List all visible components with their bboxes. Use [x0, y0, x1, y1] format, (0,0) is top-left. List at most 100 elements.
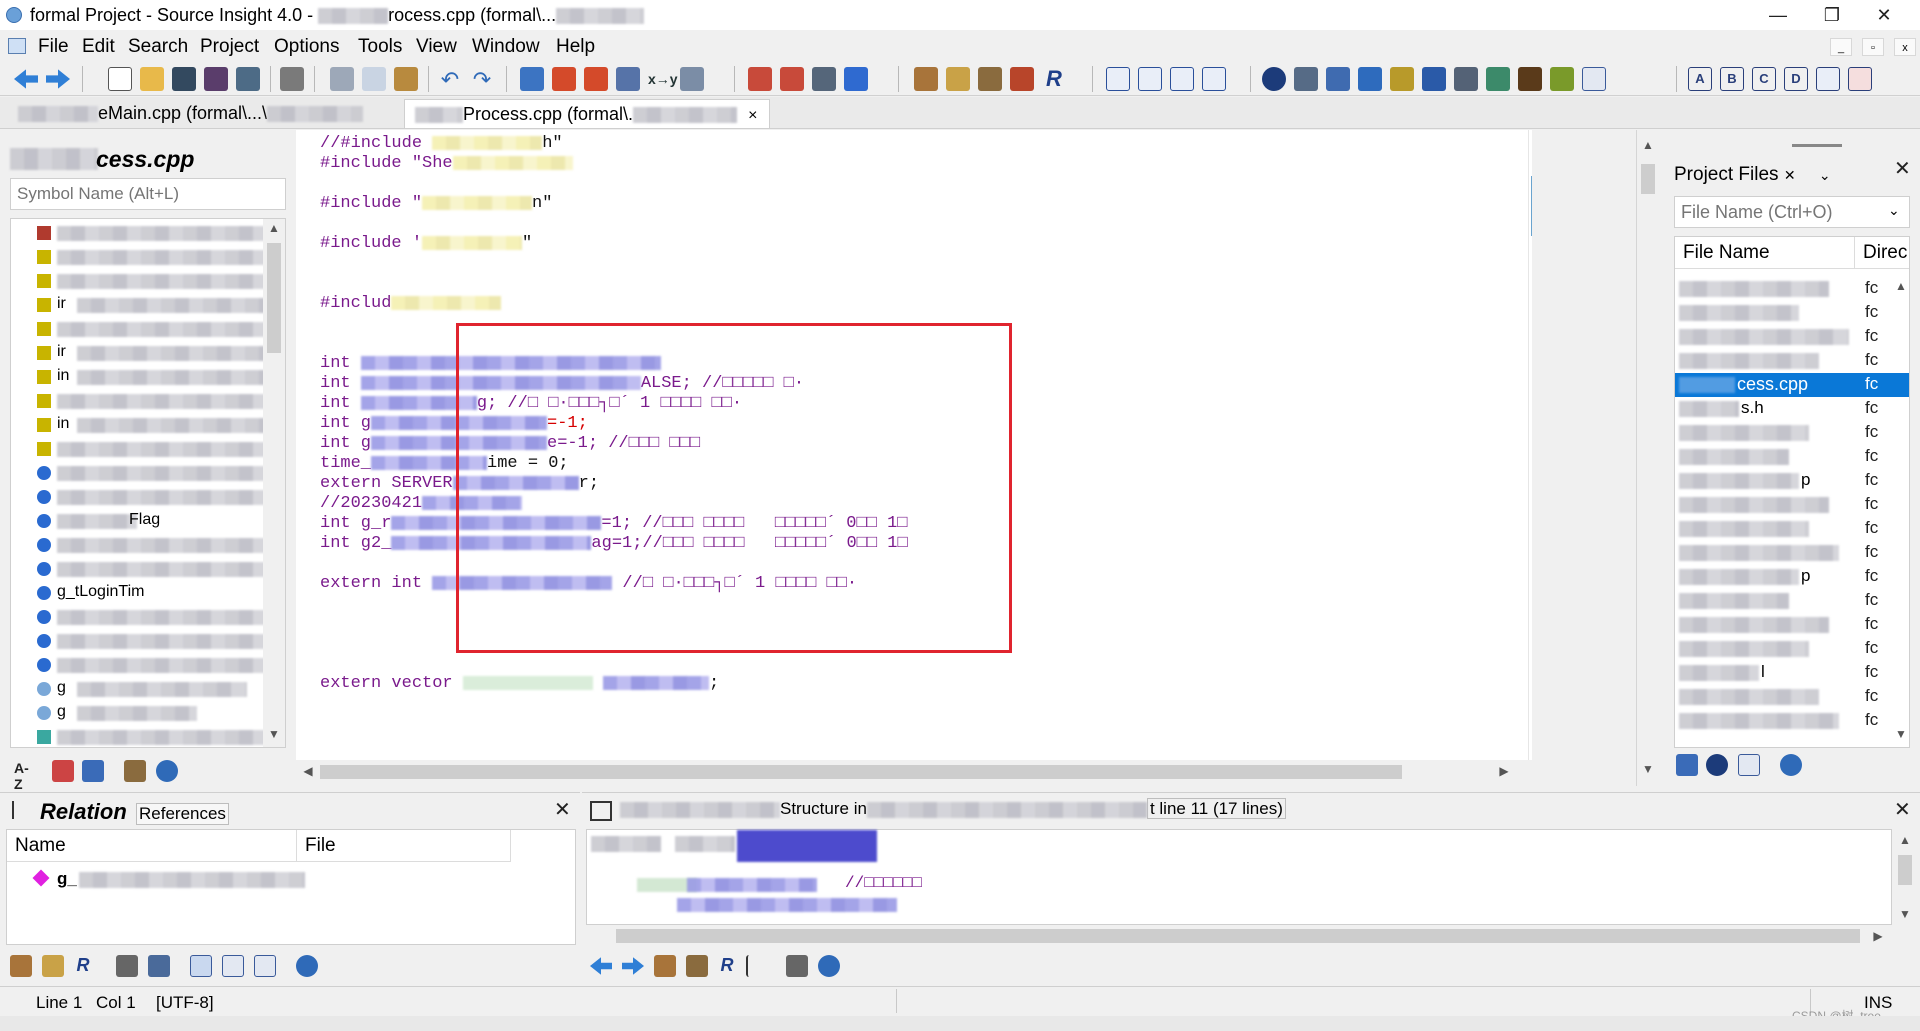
panel-close-icon[interactable]: ✕	[554, 797, 571, 822]
back-icon[interactable]	[590, 957, 612, 975]
sort-az-icon[interactable]: A-Z	[14, 760, 36, 792]
symbol-row[interactable]	[19, 487, 269, 507]
symbol-row[interactable]	[19, 559, 269, 579]
cut-icon[interactable]	[330, 67, 354, 91]
scroll-up-icon[interactable]: ▲	[263, 221, 285, 235]
column-file-name[interactable]: File Name	[1675, 237, 1855, 269]
symbol-search-input[interactable]	[10, 178, 286, 210]
scroll-down-icon[interactable]: ▼	[263, 727, 285, 741]
globe-icon[interactable]	[1486, 67, 1510, 91]
menu-window[interactable]: Window	[468, 36, 544, 58]
scroll-right-icon[interactable]: ▶	[1496, 764, 1512, 778]
style-a-icon[interactable]: A	[1688, 67, 1712, 91]
dropdown-icon[interactable]: ⌄	[1888, 202, 1900, 219]
symbol-row[interactable]	[19, 439, 269, 459]
scroll-thumb[interactable]	[1898, 855, 1912, 885]
symbol-row[interactable]	[19, 631, 269, 651]
outline-view-icon[interactable]	[190, 955, 212, 977]
symbol-row[interactable]	[19, 463, 269, 483]
refresh-icon[interactable]	[148, 955, 170, 977]
symbol-row[interactable]: g	[19, 679, 269, 699]
jump-icon[interactable]	[10, 955, 32, 977]
bookmark-star-icon[interactable]	[844, 67, 868, 91]
back-icon[interactable]	[14, 69, 38, 89]
grid-icon[interactable]	[1550, 67, 1574, 91]
find-next-icon[interactable]	[584, 67, 608, 91]
close-button[interactable]: ✕	[1864, 3, 1904, 27]
style-f-icon[interactable]	[1848, 67, 1872, 91]
symbol-list-scrollbar[interactable]: ▲ ▼	[263, 219, 285, 747]
layout-4-icon[interactable]	[1202, 67, 1226, 91]
book-icon[interactable]	[124, 760, 146, 782]
style-e-icon[interactable]	[1816, 67, 1840, 91]
symbol-row[interactable]	[19, 391, 269, 411]
menu-search[interactable]: Search	[124, 36, 192, 58]
save-icon[interactable]	[172, 67, 196, 91]
tab-process-cpp[interactable]: Process.cpp (formal\. ×	[404, 99, 770, 128]
editor-vertical-scrollbar[interactable]: ▲ ▼	[1636, 130, 1658, 786]
column-file[interactable]: File	[297, 830, 511, 862]
menu-file[interactable]: File	[34, 36, 73, 58]
copy-icon[interactable]	[362, 67, 386, 91]
paste-icon[interactable]	[394, 67, 418, 91]
new-file-icon[interactable]	[108, 67, 132, 91]
references-icon[interactable]: R	[72, 955, 94, 977]
scroll-thumb[interactable]	[616, 929, 1860, 943]
references-icon[interactable]: R	[716, 955, 738, 977]
category-icon[interactable]	[82, 760, 104, 782]
tab-main-cpp[interactable]: eMain.cpp (formal\...\	[8, 99, 400, 128]
jump-icon[interactable]	[654, 955, 676, 977]
menu-tools[interactable]: Tools	[354, 36, 406, 58]
references-label[interactable]: References	[136, 803, 229, 825]
relation-window-icon[interactable]	[1326, 67, 1350, 91]
bookmark-next-icon[interactable]	[780, 67, 804, 91]
undo-icon[interactable]: ↶	[438, 67, 462, 92]
relation-icon[interactable]	[746, 955, 768, 977]
menu-view[interactable]: View	[412, 36, 461, 58]
file-row[interactable]: fc	[1675, 637, 1909, 661]
scroll-thumb[interactable]	[1641, 164, 1655, 194]
mdi-minimize-button[interactable]: _	[1830, 38, 1852, 56]
print-icon[interactable]	[280, 67, 304, 91]
browse-icon[interactable]	[1390, 67, 1414, 91]
symbol-row[interactable]: g_tLoginTim	[19, 583, 269, 603]
symbol-row[interactable]	[19, 607, 269, 627]
file-row[interactable]: p fc	[1675, 469, 1909, 493]
symbol-row[interactable]	[19, 247, 269, 267]
relation-row[interactable]: g_	[27, 868, 305, 890]
scroll-thumb[interactable]	[267, 243, 281, 353]
mdi-close-button[interactable]: x	[1894, 38, 1916, 56]
redo-icon[interactable]: ↷	[470, 67, 494, 92]
bookmark-prev-icon[interactable]	[748, 67, 772, 91]
find-prev-icon[interactable]	[552, 67, 576, 91]
replace-icon[interactable]: x→y	[648, 67, 678, 91]
context-horizontal-scrollbar[interactable]: ▶	[586, 925, 1892, 947]
file-row[interactable]: fc	[1675, 325, 1909, 349]
file-row[interactable]: p fc	[1675, 565, 1909, 589]
context-code-view[interactable]: //□□□□□□	[586, 829, 1892, 925]
panel-icon[interactable]	[1582, 67, 1606, 91]
column-directory[interactable]: Direc	[1855, 237, 1909, 269]
file-row[interactable]: fc	[1675, 445, 1909, 469]
file-row[interactable]: fc	[1675, 589, 1909, 613]
project-icon[interactable]	[1262, 67, 1286, 91]
scroll-thumb[interactable]	[320, 765, 1402, 779]
menu-project[interactable]: Project	[196, 36, 263, 58]
vertical-graph-icon[interactable]	[254, 955, 276, 977]
symbol-row[interactable]	[19, 655, 269, 675]
references-icon[interactable]: R	[1042, 67, 1066, 91]
file-row[interactable]: fc	[1675, 709, 1909, 733]
search-files-icon[interactable]	[616, 67, 640, 91]
symbol-row[interactable]	[19, 271, 269, 291]
scroll-down-icon[interactable]: ▼	[1894, 907, 1916, 921]
project-icon[interactable]	[1706, 754, 1728, 776]
file-row[interactable]: fc	[1675, 517, 1909, 541]
symbol-jump-icon[interactable]	[914, 67, 938, 91]
minimize-button[interactable]: —	[1758, 3, 1798, 27]
forward-icon[interactable]	[622, 957, 644, 975]
code-area[interactable]: //#include h" #include "She #include " n"…	[296, 130, 1508, 760]
symbol-row[interactable]: Flag	[19, 511, 269, 531]
symbol-row[interactable]: ir	[19, 343, 269, 363]
panel-close-icon[interactable]: ✕	[1894, 797, 1911, 822]
scroll-up-icon[interactable]: ▲	[1893, 279, 1909, 293]
